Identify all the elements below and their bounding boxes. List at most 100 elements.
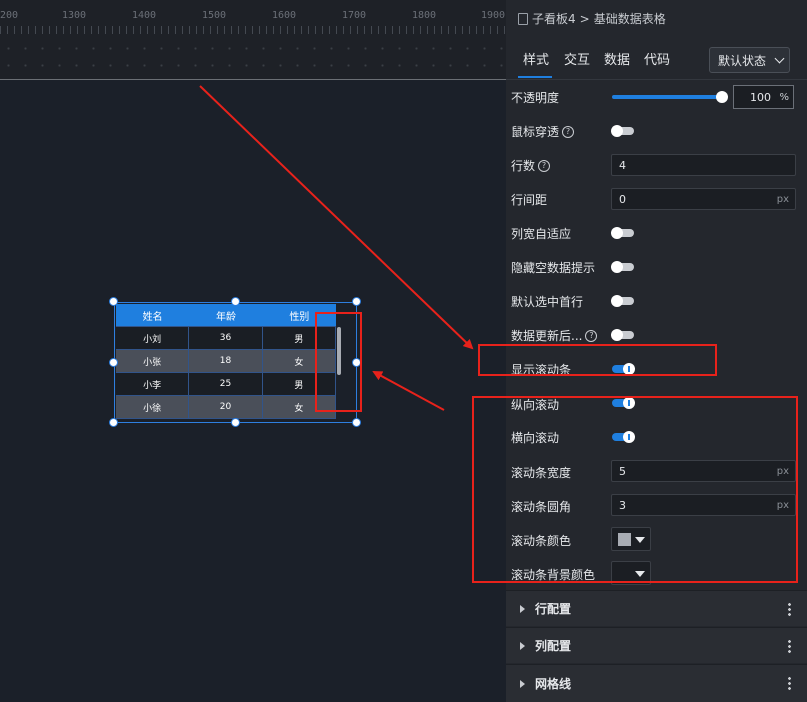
prop-scroll-bg-color: 滚动条背景颜色 (511, 566, 595, 583)
ruler-ticks (0, 26, 506, 34)
section-title: 行配置 (535, 602, 572, 616)
scroll-color-picker[interactable] (611, 527, 651, 551)
prop-h-scroll: 横向滚动 (511, 429, 559, 446)
col-auto-toggle[interactable] (611, 227, 634, 239)
tab-code[interactable]: 代码 (644, 49, 670, 68)
state-select[interactable]: 默认状态 (709, 47, 790, 73)
color-swatch (618, 533, 631, 546)
canvas-ruler: 200 1300 1400 1500 1600 1700 1800 1900 (0, 0, 506, 80)
select-first-toggle[interactable] (611, 295, 634, 307)
prop-row-gap: 行间距 (511, 191, 547, 208)
label-text: 滚动条圆角 (511, 500, 572, 514)
label-text: 不透明度 (511, 91, 560, 105)
table-widget[interactable]: 姓名 年龄 性别 小刘 36 男 小张 18 女 小李 25 男 小徐 20 女 (114, 302, 357, 423)
help-icon[interactable]: ? (585, 329, 598, 342)
label-text: 滚动条背景颜色 (511, 568, 596, 582)
resize-handle[interactable] (352, 297, 361, 306)
data-update-toggle[interactable] (611, 329, 634, 341)
prop-hide-empty: 隐藏空数据提示 (511, 259, 595, 276)
tab-interaction[interactable]: 交互 (564, 49, 590, 68)
rows-input[interactable]: 4 (611, 154, 796, 176)
table-cell: 18 (189, 350, 263, 372)
opacity-input[interactable]: 100 % (733, 85, 794, 109)
toggle-knob (611, 329, 623, 341)
more-icon[interactable] (788, 602, 791, 616)
more-icon[interactable] (788, 676, 791, 690)
ruler-tick-label: 1700 (342, 10, 367, 21)
scroll-radius-value: 3 (619, 498, 626, 512)
mouse-through-toggle[interactable] (611, 125, 634, 137)
rows-value: 4 (619, 158, 626, 172)
label-text: 行数 (511, 159, 536, 173)
section-column-config[interactable]: 列配置 (506, 627, 807, 663)
ruler-tick-label: 1500 (202, 10, 227, 21)
active-tab-indicator (518, 76, 552, 78)
resize-handle[interactable] (231, 297, 240, 306)
caret-down-icon (635, 571, 645, 577)
resize-handle[interactable] (109, 297, 118, 306)
table-row[interactable]: 小李 25 男 (116, 373, 336, 396)
help-icon[interactable]: ? (538, 159, 551, 172)
panel-tabs: 样式 交互 数据 代码 默认状态 (506, 40, 807, 80)
breadcrumb-current: 基础数据表格 (593, 12, 666, 26)
ruler-tick-label: 1600 (272, 10, 297, 21)
opacity-value: 100 (750, 90, 771, 104)
toggle-knob (611, 125, 623, 137)
table-cell: 小徐 (116, 396, 190, 418)
prop-mouse-through: 鼠标穿透 ? (511, 123, 575, 140)
table-cell: 36 (189, 327, 263, 349)
header-cell-age: 年龄 (215, 311, 236, 323)
section-row-config[interactable]: 行配置 (506, 590, 807, 626)
breadcrumb-parent[interactable]: 子看板4 (532, 10, 576, 27)
resize-handle[interactable] (231, 418, 240, 427)
table-cell: 女 (263, 350, 336, 372)
ruler-tick-label: 1900 (481, 10, 506, 21)
row-gap-input[interactable]: 0 px (611, 188, 796, 210)
opacity-unit: % (779, 91, 789, 103)
caret-right-icon (520, 679, 525, 688)
resize-handle[interactable] (109, 358, 118, 367)
chevron-down-icon (774, 53, 785, 63)
show-scroll-toggle[interactable] (612, 363, 635, 375)
section-grid-lines[interactable]: 网格线 (506, 664, 807, 702)
hide-empty-toggle[interactable] (611, 261, 634, 273)
more-icon[interactable] (788, 639, 791, 653)
h-scroll-toggle[interactable] (612, 431, 635, 443)
property-panel: 子看板4 > 基础数据表格 样式 交互 数据 代码 默认状态 不透明度 100 … (506, 0, 807, 702)
label-text: 显示滚动条 (511, 363, 572, 377)
prop-scroll-width: 滚动条宽度 (511, 464, 571, 481)
prop-opacity-label: 不透明度 (511, 89, 559, 106)
breadcrumb-separator: > (579, 11, 590, 26)
table-row[interactable]: 小张 18 女 (116, 350, 336, 373)
toggle-knob (611, 227, 623, 239)
opacity-slider[interactable] (612, 91, 728, 103)
toggle-knob (611, 261, 623, 273)
canvas-grid-dots (0, 40, 506, 79)
prop-scroll-color: 滚动条颜色 (511, 532, 571, 549)
table-row[interactable]: 小徐 20 女 (116, 396, 336, 419)
prop-select-first: 默认选中首行 (511, 293, 583, 310)
prop-scroll-radius: 滚动条圆角 (511, 498, 571, 515)
tab-data[interactable]: 数据 (604, 49, 630, 68)
v-scroll-toggle[interactable] (612, 397, 635, 409)
label-text: 行间距 (511, 193, 548, 207)
resize-handle[interactable] (352, 418, 361, 427)
caret-down-icon (635, 537, 645, 543)
help-icon[interactable]: ? (562, 125, 575, 138)
table-cell: 男 (263, 373, 336, 395)
label-text: 默认选中首行 (511, 295, 584, 309)
table-cell: 小张 (116, 350, 190, 372)
resize-handle[interactable] (109, 418, 118, 427)
table-cell: 小刘 (116, 327, 190, 349)
table-row[interactable]: 小刘 36 男 (116, 327, 336, 350)
ruler-tick-label: 1800 (412, 10, 437, 21)
scroll-radius-input[interactable]: 3 px (611, 494, 796, 516)
scroll-width-input[interactable]: 5 px (611, 460, 796, 482)
scroll-bg-color-picker[interactable] (611, 561, 651, 585)
tab-style[interactable]: 样式 (523, 49, 549, 68)
table-scrollbar[interactable] (337, 327, 341, 375)
slider-knob[interactable] (716, 91, 728, 103)
resize-handle[interactable] (352, 358, 361, 367)
table-cell: 小李 (116, 373, 190, 395)
data-table: 姓名 年龄 性别 小刘 36 男 小张 18 女 小李 25 男 小徐 20 女 (116, 304, 336, 419)
